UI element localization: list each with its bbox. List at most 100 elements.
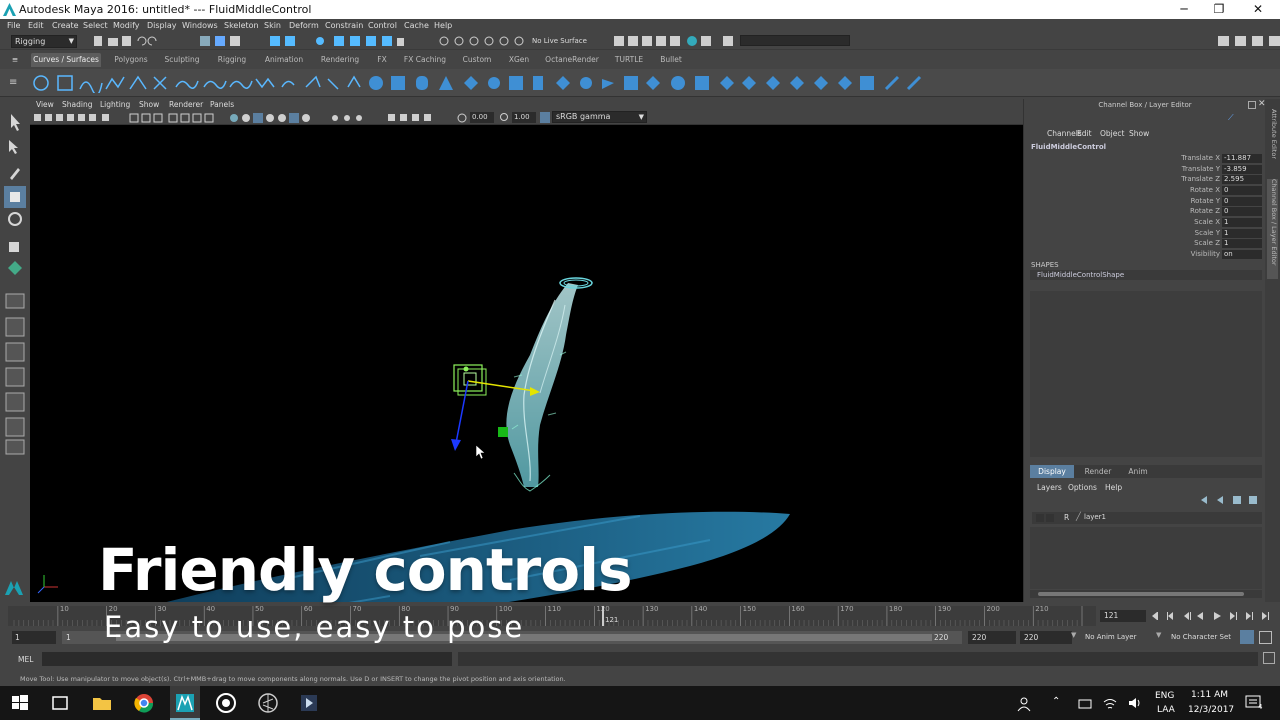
shelf-options-icon[interactable]: ≡ <box>9 77 21 89</box>
attr-value-translate-x[interactable]: -11.887 <box>1222 154 1262 163</box>
menu-skeleton[interactable]: Skeleton <box>224 21 259 30</box>
menu-windows[interactable]: Windows <box>182 21 218 30</box>
viewport-menu-show[interactable]: Show <box>139 100 159 109</box>
playback-controls[interactable] <box>1150 610 1278 622</box>
menu-select[interactable]: Select <box>83 21 108 30</box>
viewport-menu-lighting[interactable]: Lighting <box>100 100 130 109</box>
viewport-menu-view[interactable]: View <box>36 100 54 109</box>
viewport-menu-panels[interactable]: Panels <box>210 100 234 109</box>
maximize-button[interactable]: ❐ <box>1211 2 1227 16</box>
float-panel-icon[interactable] <box>1248 101 1256 109</box>
gamma-field[interactable]: 1.00 <box>512 112 536 123</box>
menu-constrain[interactable]: Constrain <box>325 21 363 30</box>
volume-icon[interactable] <box>1127 695 1143 711</box>
chrome-icon[interactable] <box>133 692 155 714</box>
attr-value-scale-z[interactable]: 1 <box>1222 239 1262 248</box>
command-language-label[interactable]: MEL <box>18 655 33 664</box>
task-view-icon[interactable] <box>49 692 71 714</box>
file-explorer-icon[interactable] <box>91 692 113 714</box>
render-icons[interactable] <box>610 35 740 48</box>
attr-value-visibility[interactable]: on <box>1222 250 1262 259</box>
layer-name[interactable]: layer1 <box>1084 513 1106 521</box>
panel-toolbar-icons[interactable] <box>32 113 472 123</box>
shelf-tab-fx[interactable]: FX <box>372 53 392 67</box>
character-set-label[interactable]: No Character Set <box>1171 633 1231 641</box>
menu-help[interactable]: Help <box>434 21 452 30</box>
menu-create[interactable]: Create <box>52 21 79 30</box>
anim-end-field[interactable]: 220 <box>1020 631 1072 644</box>
shelf-tab-animation[interactable]: Animation <box>260 53 308 67</box>
workspace-icons[interactable] <box>1215 35 1280 48</box>
layer-row[interactable]: R ╱ layer1 <box>1032 512 1262 524</box>
channel-box-pin-icon[interactable]: ⟋ <box>1228 113 1236 122</box>
input-language[interactable]: ENG <box>1155 691 1174 701</box>
cb-menu-object[interactable]: Object <box>1100 129 1124 138</box>
attribute-editor-tab[interactable]: Attribute Editor <box>1267 109 1278 169</box>
color-space-dropdown[interactable]: sRGB gamma ▼ <box>552 111 647 123</box>
layer-render-flag[interactable]: R <box>1064 513 1069 522</box>
maya-taskbar-item[interactable] <box>170 686 200 720</box>
exposure-field[interactable]: 0.00 <box>470 112 494 123</box>
current-frame-field[interactable]: 121 <box>1100 610 1146 622</box>
clock-date[interactable]: 12/3/2017 <box>1188 705 1234 715</box>
range-end-field[interactable]: 220 <box>968 631 1016 644</box>
clock-time[interactable]: 1:11 AM <box>1191 690 1228 700</box>
menu-edit[interactable]: Edit <box>28 21 44 30</box>
layer-scrollbar[interactable] <box>1030 590 1262 598</box>
shelf-tab-polygons[interactable]: Polygons <box>109 53 153 67</box>
menu-file[interactable]: File <box>7 21 20 30</box>
chevron-up-icon[interactable]: ⌃ <box>1052 696 1060 707</box>
menu-deform[interactable]: Deform <box>289 21 319 30</box>
script-editor-icon[interactable] <box>1263 652 1275 664</box>
viewport-menu-renderer[interactable]: Renderer <box>169 100 203 109</box>
command-input[interactable] <box>42 652 452 666</box>
close-button[interactable]: ✕ <box>1250 2 1266 16</box>
shelf-tab-curves-surfaces[interactable]: Curves / Surfaces <box>31 53 101 67</box>
minimize-button[interactable]: ─ <box>1176 2 1192 16</box>
shape-name[interactable]: FluidMiddleControlShape <box>1030 270 1262 280</box>
shelf-tool-icons[interactable] <box>30 73 930 93</box>
menu-skin[interactable]: Skin <box>264 21 281 30</box>
obs-icon[interactable] <box>215 692 237 714</box>
layer-menu-help[interactable]: Help <box>1105 483 1122 492</box>
input-line-field[interactable] <box>740 35 850 46</box>
attr-value-translate-y[interactable]: -3.859 <box>1222 165 1262 174</box>
people-icon[interactable] <box>1016 696 1032 712</box>
cb-menu-show[interactable]: Show <box>1129 129 1149 138</box>
status-line-icons[interactable] <box>92 35 532 48</box>
menu-display[interactable]: Display <box>147 21 177 30</box>
current-time-indicator[interactable] <box>602 606 604 626</box>
attr-value-scale-x[interactable]: 1 <box>1222 218 1262 227</box>
layer-scrollbar-thumb[interactable] <box>1038 592 1244 596</box>
fluid-middle-control[interactable] <box>453 364 487 396</box>
toolbox-icons[interactable] <box>0 98 30 602</box>
layer-tab-display[interactable]: Display <box>1030 465 1074 478</box>
viewport-menu-shading[interactable]: Shading <box>62 100 92 109</box>
menuset-dropdown[interactable]: Rigging ▼ <box>11 35 77 48</box>
attr-value-translate-z[interactable]: 2.595 <box>1222 175 1262 184</box>
layer-menu-options[interactable]: Options <box>1068 483 1097 492</box>
attr-value-rotate-x[interactable]: 0 <box>1222 186 1262 195</box>
shelf-tab-xgen[interactable]: XGen <box>504 53 534 67</box>
shelf-tab-rigging[interactable]: Rigging <box>212 53 252 67</box>
layer-visibility-toggle[interactable] <box>1036 514 1044 522</box>
layer-action-icons[interactable] <box>1199 495 1263 505</box>
animation-preferences-icon[interactable] <box>1259 631 1272 644</box>
network-icon[interactable] <box>1078 697 1092 711</box>
color-management-icon[interactable] <box>540 112 550 123</box>
layer-tab-render[interactable]: Render <box>1078 465 1118 478</box>
shelf-tab-octanerender[interactable]: OctaneRender <box>542 53 602 67</box>
shelf-tab-custom[interactable]: Custom <box>458 53 496 67</box>
channel-box-tab[interactable]: Channel Box / Layer Editor <box>1267 179 1278 279</box>
wifi-icon[interactable] <box>1102 695 1118 711</box>
input-language-sub[interactable]: LAA <box>1157 705 1175 715</box>
shelf-tab-bullet[interactable]: Bullet <box>656 53 686 67</box>
menu-modify[interactable]: Modify <box>113 21 140 30</box>
shelf-tab-rendering[interactable]: Rendering <box>316 53 364 67</box>
media-app-icon[interactable] <box>257 692 279 714</box>
shelf-tab-sculpting[interactable]: Sculpting <box>160 53 204 67</box>
shelf-tab-fx-caching[interactable]: FX Caching <box>400 53 450 67</box>
attr-value-scale-y[interactable]: 1 <box>1222 229 1262 238</box>
range-start-field[interactable]: 1 <box>12 631 56 644</box>
menu-control[interactable]: Control <box>368 21 397 30</box>
